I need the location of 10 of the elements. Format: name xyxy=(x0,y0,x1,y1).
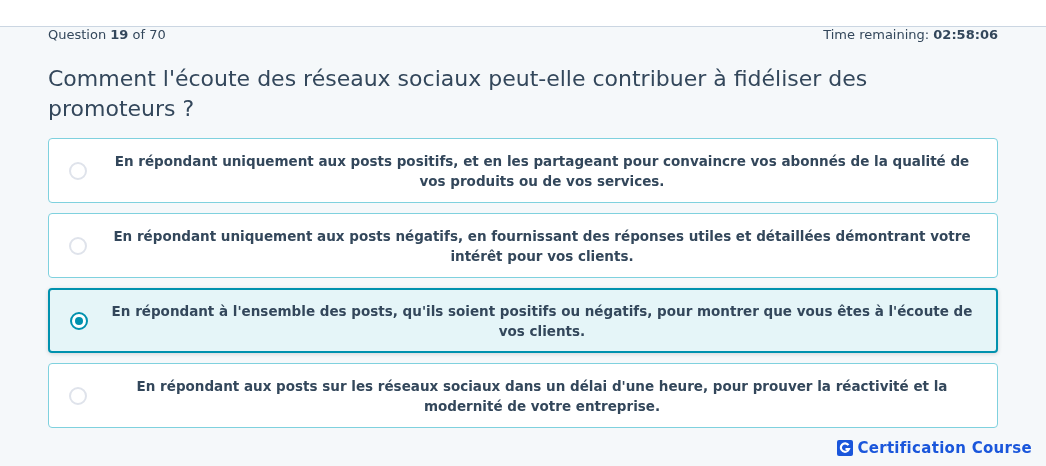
logo-icon xyxy=(837,440,854,456)
radio-button[interactable] xyxy=(70,311,88,330)
answer-option[interactable]: En répondant uniquement aux posts positifs, et en les partageant pour convaincre vos abonnés de la qualité de vos produits ou de vos services. xyxy=(48,138,998,203)
question-text: Comment l'écoute des réseaux sociaux peut-elle contribuer à fidéliser des promoteurs ? xyxy=(48,65,869,123)
answer-option[interactable]: En répondant uniquement aux posts négatifs, en fournissant des réponses utiles et détaillées démontrant votre intérêt pour vos clients. xyxy=(48,213,998,278)
answer-option[interactable]: En répondant à l'ensemble des posts, qu'ils soient positifs ou négatifs, pour montrer que vous êtes à l'écoute de vos clients. xyxy=(48,288,998,353)
brand-name: Certification Course xyxy=(857,439,1032,457)
question-counter: Question 19 of 70 xyxy=(48,28,166,42)
answer-option[interactable]: En répondant aux posts sur les réseaux sociaux dans un délai d'une heure, pour prouver la réactivité et la modernité de votre entreprise. xyxy=(48,363,998,428)
time-remaining: Time remaining: 02:58:06 xyxy=(823,28,998,42)
